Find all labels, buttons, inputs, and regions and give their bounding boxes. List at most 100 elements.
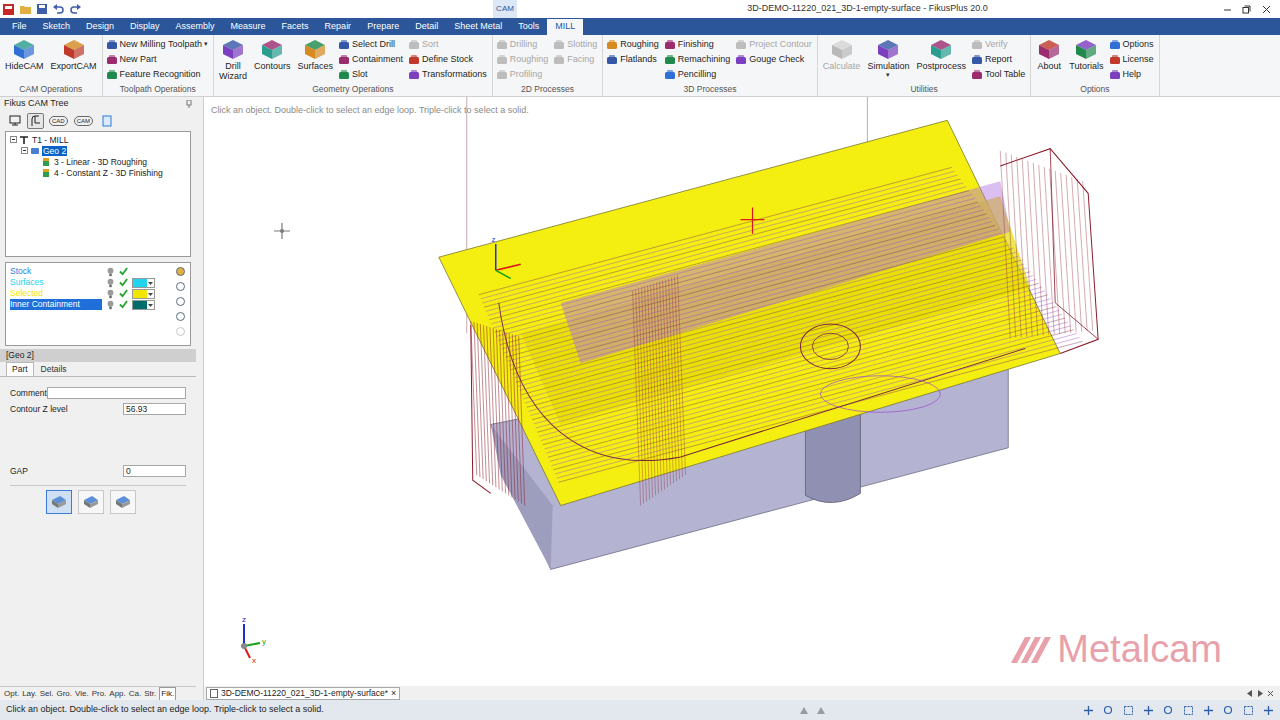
- view-tool-icon[interactable]: [1203, 705, 1214, 716]
- expand-toggle-icon[interactable]: [21, 147, 28, 154]
- menu-tab[interactable]: Detail: [407, 19, 446, 35]
- color-picker[interactable]: [132, 300, 155, 310]
- mode-button[interactable]: [78, 490, 104, 514]
- triangle-icon[interactable]: [800, 707, 808, 714]
- toolbar-button[interactable]: CAM: [73, 113, 94, 129]
- ribbon-small-button[interactable]: Slot: [338, 67, 405, 82]
- ribbon-small-button[interactable]: Help: [1109, 67, 1156, 82]
- ribbon-small-button[interactable]: License: [1109, 52, 1156, 67]
- toolbar-button[interactable]: [27, 113, 44, 129]
- panel-tab[interactable]: Lay.: [22, 688, 37, 700]
- menu-tab[interactable]: Design: [78, 19, 122, 35]
- layer-name[interactable]: Surfaces: [10, 277, 102, 288]
- redo-icon[interactable]: [70, 4, 81, 14]
- restore-icon[interactable]: [1242, 5, 1251, 14]
- check-icon[interactable]: [119, 278, 128, 287]
- text-input[interactable]: 56.93: [123, 403, 186, 415]
- part-tab[interactable]: Part: [6, 362, 34, 376]
- panel-tab[interactable]: Opt.: [4, 688, 19, 700]
- ribbon-small-button[interactable]: Gouge Check: [735, 52, 814, 67]
- close-icon[interactable]: [1262, 5, 1271, 14]
- layer-tool-icon[interactable]: [175, 311, 186, 322]
- minimize-icon[interactable]: [1223, 5, 1232, 14]
- ribbon-small-button[interactable]: Tool Table: [971, 67, 1027, 82]
- layer-name[interactable]: Selected: [10, 288, 102, 299]
- toolbar-button[interactable]: [6, 113, 23, 129]
- panel-tab[interactable]: App.: [109, 688, 125, 700]
- check-icon[interactable]: [119, 289, 128, 298]
- ribbon-small-button[interactable]: Remachining: [664, 52, 733, 67]
- layer-row[interactable]: Surfaces: [10, 277, 170, 288]
- layer-tool-icon[interactable]: [175, 326, 186, 337]
- panel-tab[interactable]: Gro.: [56, 688, 72, 700]
- layer-row[interactable]: Inner Containment: [10, 299, 170, 310]
- text-input[interactable]: [47, 387, 186, 399]
- toolbar-button[interactable]: CAD: [48, 113, 69, 129]
- view-tool-icon[interactable]: [1263, 705, 1274, 716]
- panel-tab[interactable]: Fik.: [159, 687, 176, 701]
- close-all-icon[interactable]: [1267, 690, 1274, 697]
- ribbon-large-button[interactable]: About: [1034, 37, 1064, 71]
- menu-tab[interactable]: Display: [122, 19, 168, 35]
- menu-tab[interactable]: Assembly: [168, 19, 223, 35]
- bulb-icon[interactable]: [106, 278, 115, 288]
- view-tool-icon[interactable]: [1103, 705, 1114, 716]
- layer-tool-icon[interactable]: [175, 281, 186, 292]
- view-tool-icon[interactable]: [1223, 705, 1234, 716]
- layer-tool-icon[interactable]: [175, 266, 186, 277]
- menu-tab[interactable]: Sheet Metal: [446, 19, 510, 35]
- tree-row[interactable]: Geo 2: [6, 145, 190, 156]
- view-tool-icon[interactable]: [1143, 705, 1154, 716]
- ribbon-small-button[interactable]: Finishing: [664, 37, 733, 52]
- layer-row[interactable]: Selected: [10, 288, 170, 299]
- panel-tab[interactable]: Pro.: [92, 688, 107, 700]
- ribbon-small-button[interactable]: New Part: [106, 52, 210, 67]
- app-icon[interactable]: [3, 4, 14, 15]
- layer-name[interactable]: Stock: [10, 266, 102, 277]
- color-picker[interactable]: [132, 289, 155, 299]
- menu-tab[interactable]: Facets: [274, 19, 317, 35]
- triangle-icon[interactable]: [817, 707, 825, 714]
- panel-tab[interactable]: Str.: [144, 688, 156, 700]
- ribbon-small-button[interactable]: Feature Recognition: [106, 67, 210, 82]
- splitter[interactable]: [196, 97, 203, 700]
- tree-row[interactable]: 4 - Constant Z - 3D Finishing: [6, 167, 190, 178]
- panel-tab[interactable]: Vie.: [75, 688, 89, 700]
- check-icon[interactable]: [119, 300, 128, 309]
- bulb-icon[interactable]: [106, 267, 115, 277]
- toolbar-button[interactable]: [98, 113, 115, 129]
- expand-toggle-icon[interactable]: [10, 136, 17, 143]
- ribbon-large-button[interactable]: Postprocess: [914, 37, 968, 71]
- bulb-icon[interactable]: [106, 289, 115, 299]
- menu-tab[interactable]: Tools: [510, 19, 547, 35]
- scroll-left-icon[interactable]: [1247, 690, 1253, 697]
- scroll-right-icon[interactable]: [1257, 690, 1263, 697]
- model-drawing[interactable]: z: [204, 97, 1280, 686]
- document-tab[interactable]: 3D-DEMO-11220_021_3D-1-empty-surface*×: [206, 687, 400, 700]
- undo-icon[interactable]: [53, 4, 64, 14]
- ribbon-small-button[interactable]: Pencilling: [664, 67, 733, 82]
- mode-button[interactable]: [46, 490, 72, 514]
- menu-tab[interactable]: Repair: [317, 19, 360, 35]
- view-tool-icon[interactable]: [1083, 705, 1094, 716]
- part-tab[interactable]: Details: [36, 363, 72, 376]
- panel-tab[interactable]: Ca.: [129, 688, 141, 700]
- ribbon-large-button[interactable]: Surfaces: [295, 37, 335, 71]
- ribbon-small-button[interactable]: Report: [971, 52, 1027, 67]
- ribbon-small-button[interactable]: Select Drill: [338, 37, 405, 52]
- ribbon-small-button[interactable]: Roughing: [606, 37, 661, 52]
- ribbon-large-button[interactable]: Drill Wizard: [217, 37, 249, 81]
- ribbon-large-button[interactable]: HideCAM: [3, 37, 46, 71]
- view-tool-icon[interactable]: [1183, 705, 1194, 716]
- save-icon[interactable]: [37, 4, 47, 14]
- ribbon-small-button[interactable]: Define Stock: [408, 52, 489, 67]
- layer-name[interactable]: Inner Containment: [10, 299, 102, 310]
- menu-tab[interactable]: MILL: [547, 19, 583, 35]
- menu-tab[interactable]: Sketch: [35, 19, 79, 35]
- tree-row[interactable]: 3 - Linear - 3D Roughing: [6, 156, 190, 167]
- menu-tab[interactable]: Prepare: [359, 19, 407, 35]
- ribbon-small-button[interactable]: Containment: [338, 52, 405, 67]
- viewport[interactable]: zClick an object. Double-click to select…: [204, 97, 1280, 686]
- bulb-icon[interactable]: [106, 300, 115, 310]
- ribbon-large-button[interactable]: ExportCAM: [49, 37, 99, 71]
